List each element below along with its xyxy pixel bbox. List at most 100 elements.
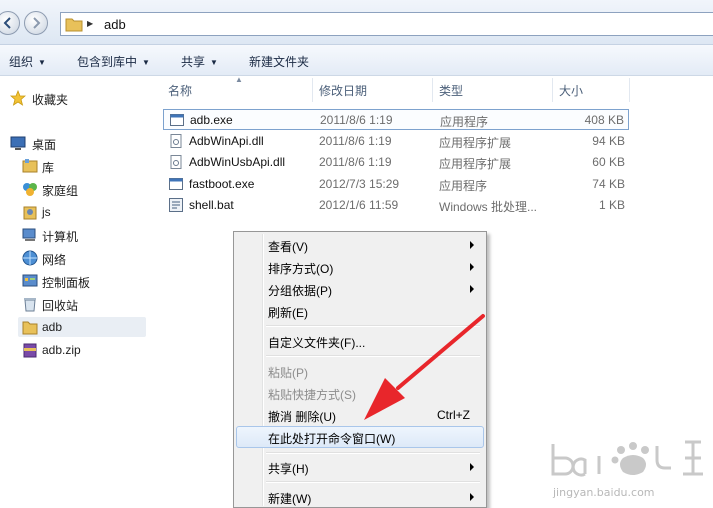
- control-panel-icon: [22, 274, 38, 287]
- nav-network[interactable]: 网络: [22, 248, 162, 268]
- include-library-label: 包含到库中: [77, 55, 138, 69]
- address-bar: ▶ adb: [0, 0, 713, 45]
- address-field[interactable]: ▶ adb: [60, 12, 713, 36]
- menu-item-paste-shortcut[interactable]: 粘贴快捷方式(S): [236, 382, 484, 404]
- new-folder-button[interactable]: 新建文件夹: [249, 53, 309, 70]
- menu-item-label: 粘贴(P): [268, 366, 308, 380]
- include-library-button[interactable]: 包含到库中 ▼: [77, 53, 150, 70]
- menu-item-label: 排序方式(O): [268, 262, 334, 276]
- organize-button[interactable]: 组织 ▼: [9, 53, 46, 70]
- file-row[interactable]: fastboot.exe 2012/7/3 15:29 应用程序 74 KB: [163, 174, 629, 195]
- column-header-size[interactable]: 大小: [559, 82, 583, 99]
- menu-item-label: 查看(V): [268, 240, 308, 254]
- column-header-type[interactable]: 类型: [439, 82, 463, 99]
- dropdown-arrow-icon: ▼: [210, 58, 218, 67]
- nav-computer[interactable]: 计算机: [22, 225, 162, 245]
- nav-favorites-label: 收藏夹: [32, 93, 69, 107]
- menu-item-new[interactable]: 新建(W): [236, 486, 484, 508]
- column-divider[interactable]: [312, 78, 313, 102]
- file-row[interactable]: shell.bat 2012/1/6 11:59 Windows 批处理... …: [163, 195, 629, 216]
- file-date: 2011/8/6 1:19: [319, 134, 392, 148]
- nav-control-panel[interactable]: 控制面板: [22, 271, 162, 291]
- menu-item-label: 在此处打开命令窗口(W): [268, 432, 396, 446]
- zip-archive-icon: [23, 343, 37, 358]
- menu-separator: [266, 481, 480, 483]
- nav-homegroup[interactable]: 家庭组: [22, 179, 162, 199]
- file-row[interactable]: adb.exe 2011/8/6 1:19 应用程序 408 KB: [163, 109, 629, 130]
- folder-icon: [22, 321, 38, 335]
- nav-network-label: 网络: [42, 253, 67, 267]
- menu-item-shortcut: Ctrl+Z: [437, 408, 470, 422]
- computer-icon: [22, 228, 36, 241]
- file-size: 1 KB: [598, 198, 625, 212]
- breadcrumb-chevron-icon[interactable]: ▶: [87, 19, 93, 28]
- nav-adb[interactable]: adb: [18, 317, 146, 337]
- file-name: fastboot.exe: [189, 177, 255, 191]
- column-divider[interactable]: [432, 78, 433, 102]
- folder-icon: [65, 18, 83, 32]
- column-header-date[interactable]: 修改日期: [319, 82, 367, 99]
- nav-js[interactable]: js: [22, 202, 162, 222]
- menu-item-paste[interactable]: 粘贴(P): [236, 360, 484, 382]
- nav-adb-zip[interactable]: adb.zip: [22, 340, 162, 360]
- column-divider[interactable]: [552, 78, 553, 102]
- baidu-logo-icon: [551, 440, 703, 477]
- menu-item-label: 分组依据(P): [268, 284, 332, 298]
- back-button[interactable]: [0, 11, 20, 35]
- nav-adb-zip-label: adb.zip: [42, 343, 81, 357]
- file-date: 2012/1/6 11:59: [319, 198, 399, 212]
- menu-item-share[interactable]: 共享(H): [236, 456, 484, 478]
- file-name: AdbWinApi.dll: [189, 134, 264, 148]
- nav-control-panel-label: 控制面板: [42, 276, 91, 290]
- nav-desktop-label: 桌面: [32, 138, 57, 152]
- library-icon: [22, 159, 38, 173]
- sort-arrow-icon: ▲: [235, 75, 243, 84]
- nav-adb-label: adb: [42, 320, 63, 334]
- forward-button[interactable]: [24, 11, 48, 35]
- file-size: 408 KB: [584, 113, 624, 127]
- menu-item-customize-folder[interactable]: 自定义文件夹(F)...: [236, 330, 484, 352]
- nav-library[interactable]: 库: [22, 156, 162, 176]
- dll-icon: [170, 134, 182, 148]
- menu-item-group[interactable]: 分组依据(P): [236, 278, 484, 300]
- file-name: shell.bat: [189, 198, 234, 212]
- menu-item-label: 粘贴快捷方式(S): [268, 388, 356, 402]
- menu-item-label: 撤消 删除(U): [268, 410, 336, 424]
- column-header-name[interactable]: 名称: [168, 82, 192, 99]
- watermark-url: jingyan.baidu.com: [553, 486, 655, 499]
- back-arrow-icon: [3, 17, 11, 29]
- organize-label: 组织: [9, 55, 34, 69]
- share-button[interactable]: 共享 ▼: [181, 53, 218, 70]
- exe-icon: [169, 178, 183, 190]
- submenu-arrow-icon: [470, 463, 474, 471]
- menu-item-undo-delete[interactable]: 撤消 删除(U) Ctrl+Z: [236, 404, 484, 426]
- menu-separator: [266, 325, 480, 327]
- nav-desktop[interactable]: 桌面: [10, 133, 150, 153]
- nav-recycle-bin[interactable]: 回收站: [22, 294, 162, 314]
- watermark: jingyan.baidu.com: [545, 430, 710, 508]
- file-date: 2012/7/3 15:29: [319, 177, 400, 191]
- column-divider[interactable]: [629, 78, 630, 102]
- file-type: 应用程序: [439, 179, 488, 193]
- breadcrumb-current[interactable]: adb: [104, 17, 126, 32]
- menu-item-open-command-window[interactable]: 在此处打开命令窗口(W): [236, 426, 484, 448]
- file-row[interactable]: AdbWinUsbApi.dll 2011/8/6 1:19 应用程序扩展 60…: [163, 152, 629, 173]
- nav-computer-label: 计算机: [42, 230, 79, 244]
- submenu-arrow-icon: [470, 493, 474, 501]
- dll-icon: [170, 155, 182, 169]
- nav-favorites[interactable]: 收藏夹: [10, 88, 150, 108]
- menu-item-view[interactable]: 查看(V): [236, 234, 484, 256]
- file-type: 应用程序扩展: [439, 157, 512, 171]
- menu-item-refresh[interactable]: 刷新(E): [236, 300, 484, 322]
- menu-item-label: 刷新(E): [268, 306, 308, 320]
- submenu-arrow-icon: [470, 263, 474, 271]
- file-size: 94 KB: [592, 134, 625, 148]
- nav-js-label: js: [42, 205, 51, 219]
- menu-separator: [266, 355, 480, 357]
- forward-arrow-icon: [33, 17, 41, 29]
- menu-item-sort[interactable]: 排序方式(O): [236, 256, 484, 278]
- exe-icon: [170, 114, 184, 126]
- file-row[interactable]: AdbWinApi.dll 2011/8/6 1:19 应用程序扩展 94 KB: [163, 131, 629, 152]
- menu-item-label: 自定义文件夹(F)...: [268, 336, 366, 350]
- dropdown-arrow-icon: ▼: [142, 58, 150, 67]
